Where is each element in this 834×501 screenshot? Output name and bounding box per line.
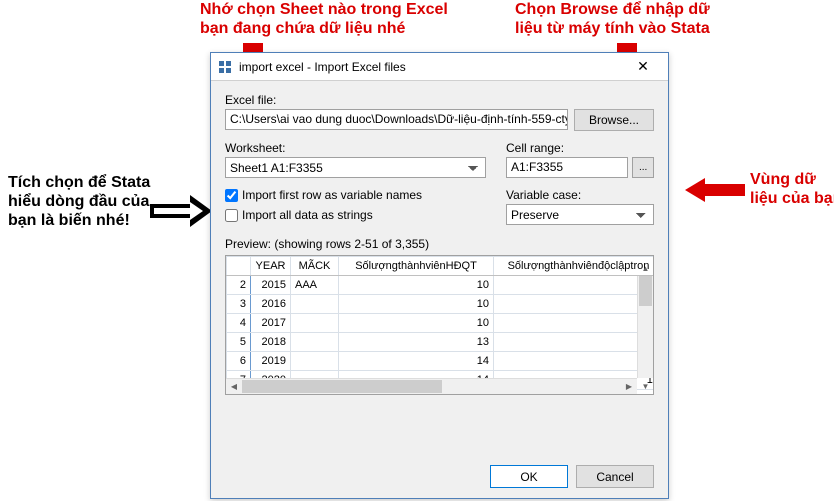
annotation-sheet: Nhớ chọn Sheet nào trong Excel bạn đang … — [200, 0, 448, 38]
annotation-firstrow: Tích chọn để Stata hiểu dòng đầu của bạn… — [8, 173, 150, 231]
import-excel-dialog: import excel - Import Excel files ✕ Exce… — [210, 52, 669, 499]
table-row[interactable]: 22015AAA108 — [227, 276, 655, 295]
vertical-scrollbar[interactable]: ▲ ▼ — [637, 276, 653, 378]
worksheet-label: Worksheet: — [225, 141, 486, 155]
table-row[interactable]: 42017108 — [227, 314, 655, 333]
header-hdqt[interactable]: SốlượngthànhviênHĐQT — [339, 257, 494, 276]
ok-button[interactable]: OK — [490, 465, 568, 488]
close-button[interactable]: ✕ — [624, 57, 662, 77]
table-row[interactable]: 32016108 — [227, 295, 655, 314]
browse-button[interactable]: Browse... — [574, 109, 654, 131]
worksheet-select[interactable]: Sheet1 A1:F3355 — [225, 157, 486, 178]
excel-file-label: Excel file: — [225, 93, 654, 107]
header-doc[interactable]: Sốlượngthànhviênđộclậptron — [494, 257, 655, 276]
dialog-title: import excel - Import Excel files — [239, 60, 624, 74]
header-mack[interactable]: MÃCK — [291, 257, 339, 276]
preview-label: Preview: (showing rows 2-51 of 3,355) — [225, 237, 654, 251]
horizontal-scrollbar[interactable]: ◀ ▶ — [226, 378, 637, 394]
titlebar: import excel - Import Excel files ✕ — [211, 53, 668, 81]
arrow-range — [685, 178, 745, 202]
cell-range-input[interactable]: A1:F3355 — [506, 157, 628, 178]
cancel-button[interactable]: Cancel — [576, 465, 654, 488]
stata-icon — [217, 59, 233, 75]
excel-file-input[interactable]: C:\Users\ai vao dung duoc\Downloads\Dữ-l… — [225, 109, 568, 130]
cell-range-button[interactable]: ... — [632, 157, 654, 178]
arrow-firstrow — [150, 195, 212, 227]
all-strings-checkbox[interactable] — [225, 209, 238, 222]
header-rownum[interactable] — [227, 257, 251, 276]
first-row-label: Import first row as variable names — [242, 188, 422, 202]
table-row[interactable]: 520181311 — [227, 333, 655, 352]
preview-table: YEAR MÃCK SốlượngthànhviênHĐQT Sốlượngth… — [226, 256, 654, 390]
table-row[interactable]: 620191412 — [227, 352, 655, 371]
cell-range-label: Cell range: — [506, 141, 654, 155]
header-year[interactable]: YEAR — [251, 257, 291, 276]
annotation-browse: Chọn Browse để nhập dữ liệu từ máy tính … — [515, 0, 710, 38]
variable-case-label: Variable case: — [506, 188, 654, 202]
preview-table-wrap: YEAR MÃCK SốlượngthànhviênHĐQT Sốlượngth… — [225, 255, 654, 395]
variable-case-select[interactable]: Preserve — [506, 204, 654, 225]
all-strings-label: Import all data as strings — [242, 208, 373, 222]
first-row-checkbox[interactable] — [225, 189, 238, 202]
annotation-range: Vùng dữ liệu của bạn — [750, 170, 834, 208]
